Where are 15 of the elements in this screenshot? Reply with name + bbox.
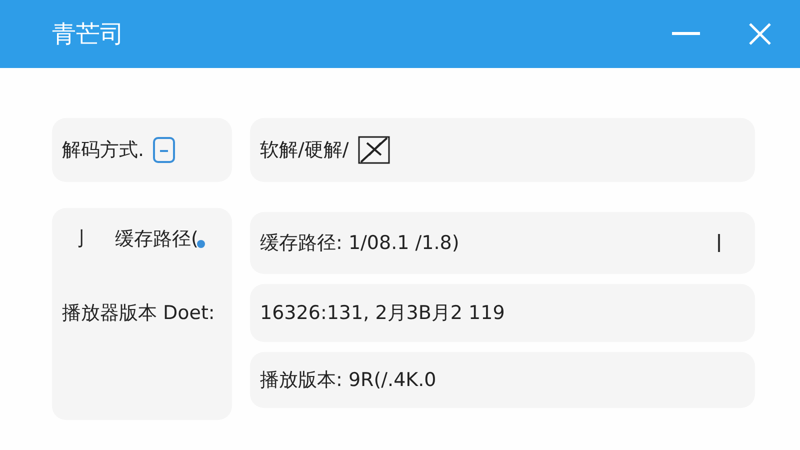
- cache-label: 缓存路径(: [115, 227, 198, 252]
- close-icon[interactable]: [748, 22, 772, 46]
- bracket-mark: 亅: [72, 227, 91, 252]
- play-version-value: 播放版本: 9R(/.4K.0: [260, 368, 436, 393]
- window-title: 青芒司: [52, 19, 125, 50]
- cache-path-value: 缓存路径: 1/08.1 /1.8): [260, 231, 460, 256]
- player-version-label: 播放器版本 Doet:: [62, 301, 216, 326]
- crossed-box-icon[interactable]: [356, 135, 391, 165]
- text-cursor-icon: [717, 234, 721, 252]
- toggle-icon[interactable]: [152, 136, 176, 164]
- player-version-value: 16326:131, 2月3B月2 119: [260, 301, 505, 326]
- decode-value: 软解/硬解/: [260, 138, 349, 163]
- minimize-icon[interactable]: [672, 32, 700, 36]
- decode-label: 解码方式.: [62, 138, 144, 163]
- dot-icon: [196, 239, 206, 249]
